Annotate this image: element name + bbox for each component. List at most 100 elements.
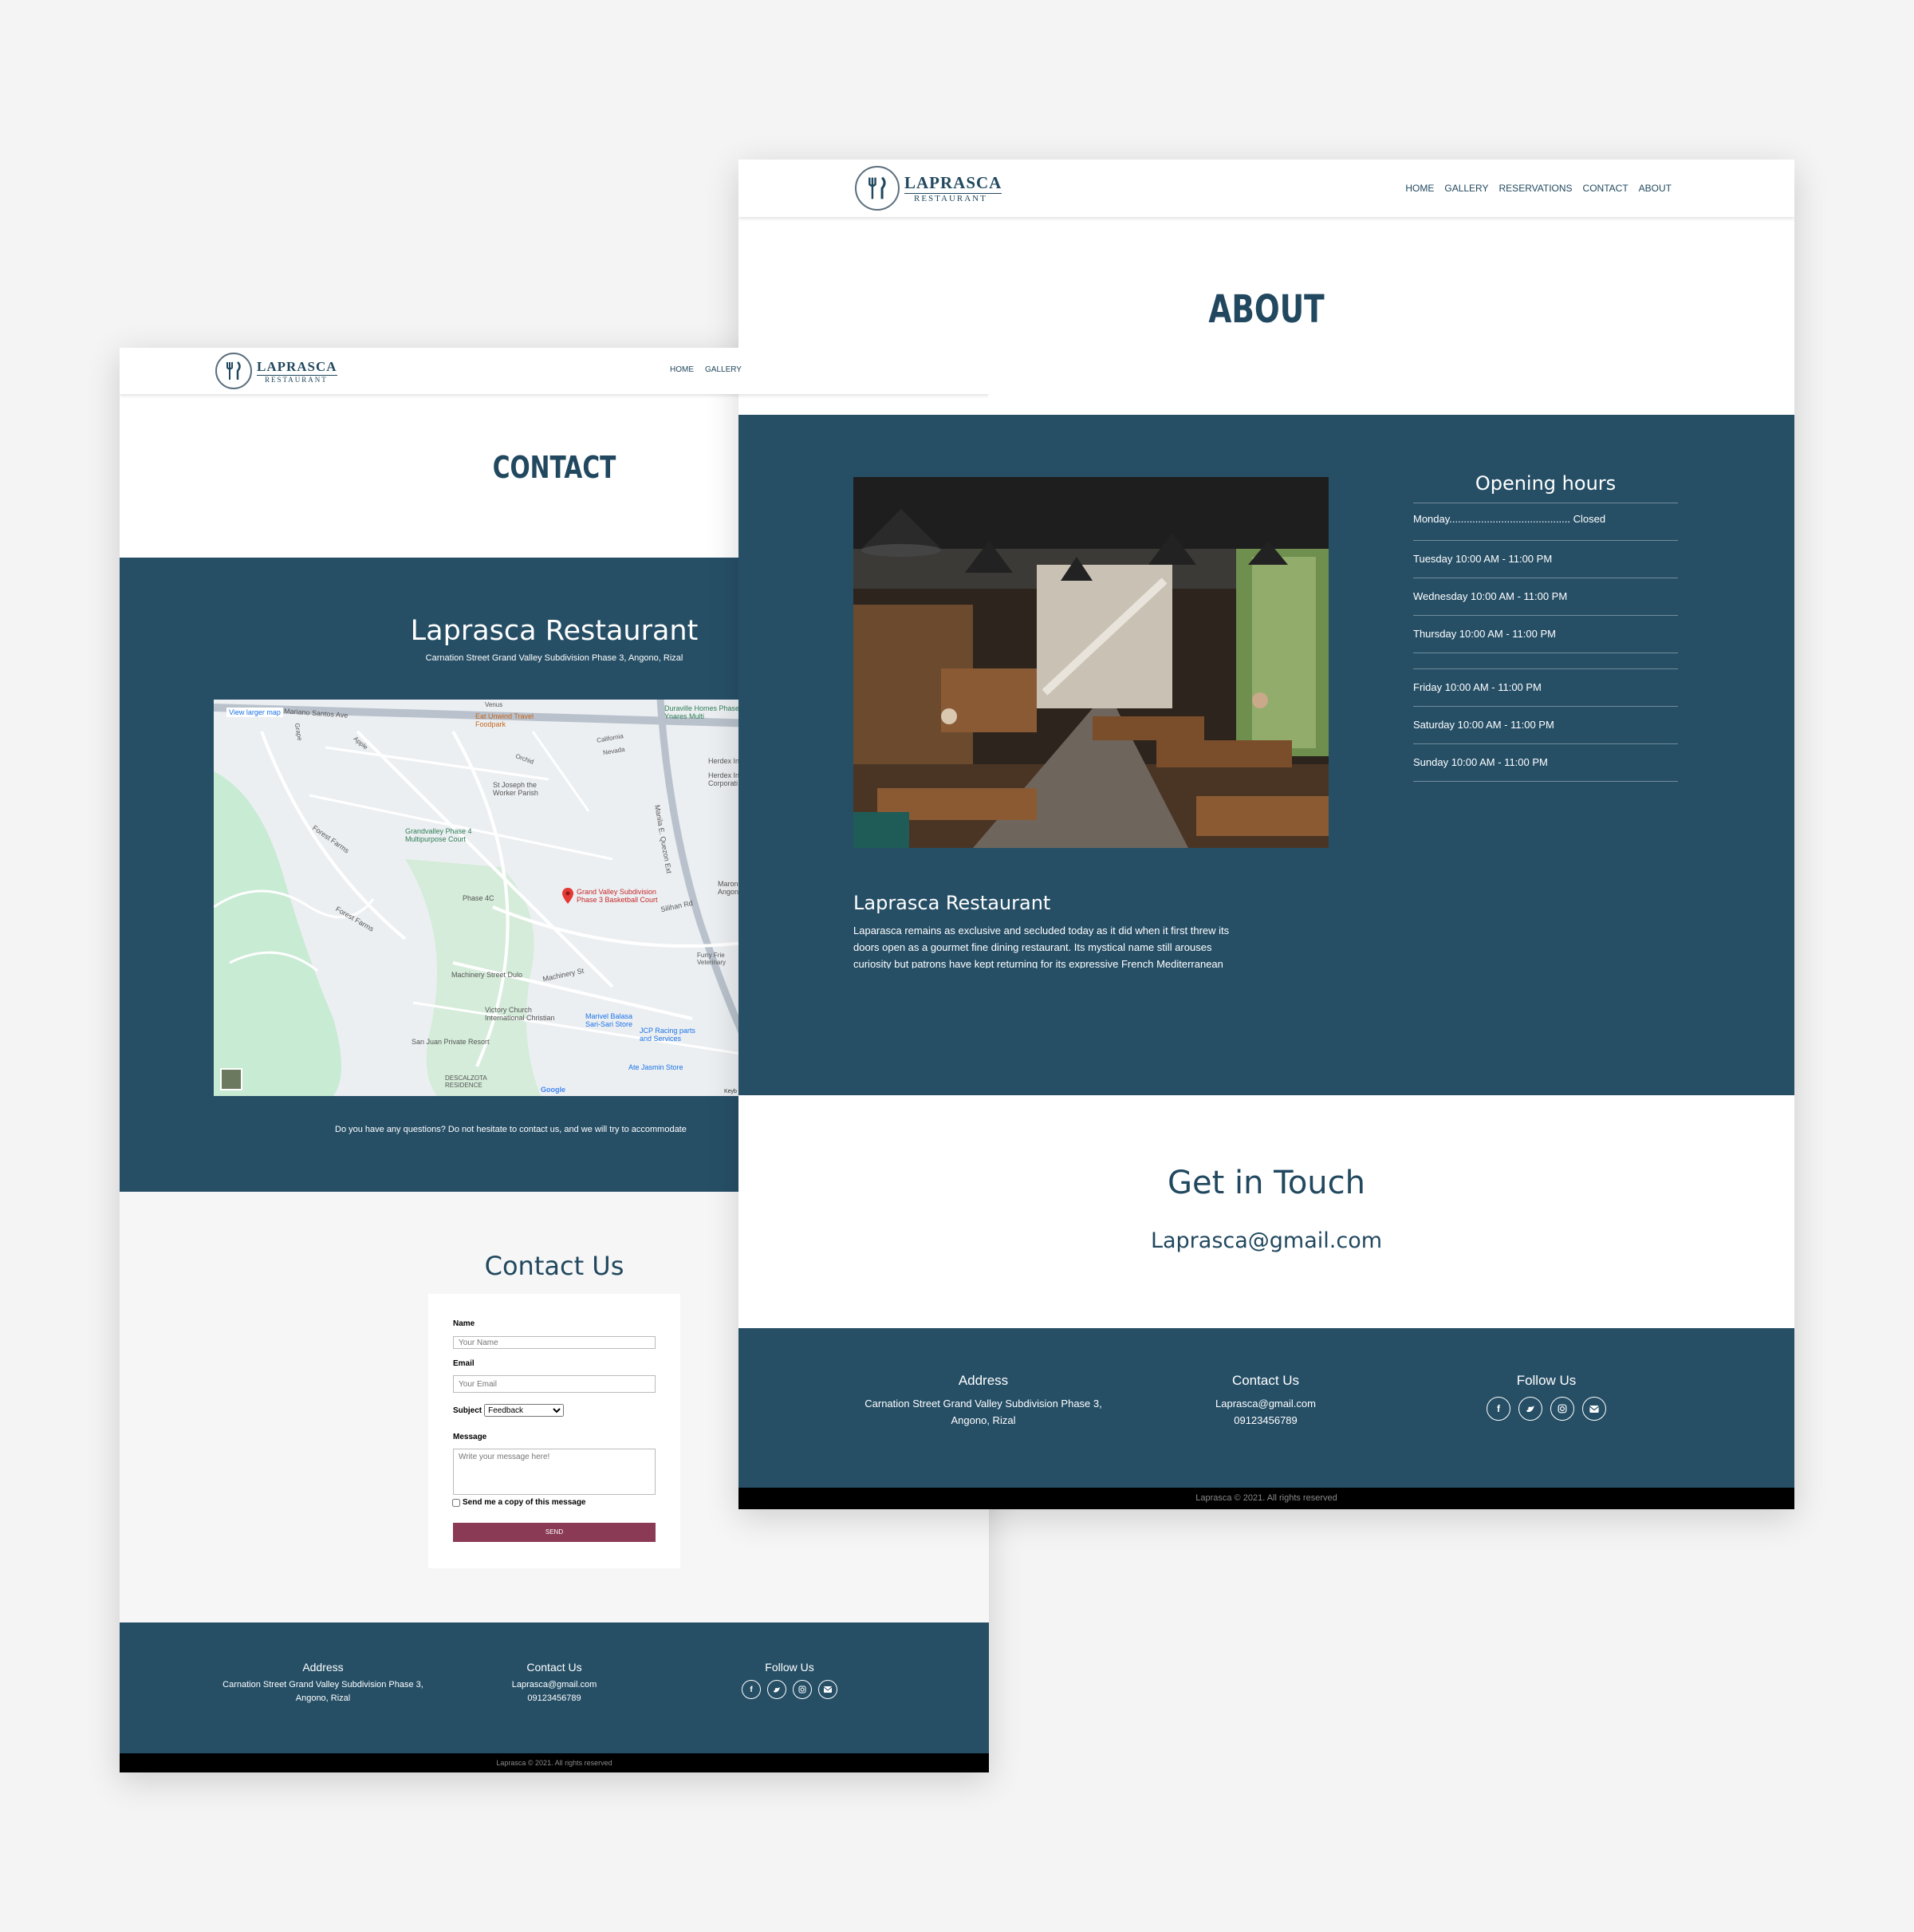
footer-contact: Contact Us Laprasca@gmail.com 0912345678…: [471, 1661, 638, 1705]
send-button[interactable]: SEND: [453, 1523, 656, 1542]
footer-contact-phone: 09123456789: [1234, 1414, 1298, 1426]
hours-wednesday: Wednesday 10:00 AM - 11:00 PM: [1413, 578, 1678, 616]
footer-follow-heading: Follow Us: [765, 1661, 814, 1674]
fork-spoon-icon: [215, 353, 252, 389]
footer-follow: Follow Us f: [726, 1661, 853, 1699]
brand-sub: RESTAURANT: [257, 374, 337, 384]
email-label: Email: [453, 1359, 475, 1368]
map-label-pin: Grand Valley Subdivision Phase 3 Basketb…: [577, 888, 658, 904]
nav-gallery[interactable]: GALLERY: [705, 365, 742, 374]
footer-contact-email[interactable]: Laprasca@gmail.com: [471, 1678, 638, 1692]
subject-select[interactable]: Feedback: [484, 1404, 565, 1417]
map-label-herdex: Herdex In: [708, 757, 740, 765]
footer-contact: Contact Us Laprasca@gmail.com 0912345678…: [1168, 1373, 1364, 1429]
restaurant-interior-photo: [853, 477, 1329, 848]
twitter-icon[interactable]: [767, 1680, 786, 1699]
map-label-san-juan: San Juan Private Resort: [412, 1038, 490, 1046]
about-description: Laparasca remains as exclusive and seclu…: [853, 925, 1230, 968]
footer-contact-email[interactable]: Laprasca@gmail.com: [1168, 1395, 1364, 1412]
email-icon[interactable]: [818, 1680, 837, 1699]
subject-row: Subject Feedback: [453, 1404, 565, 1417]
brand-logo[interactable]: LAPRASCA RESTAURANT: [855, 166, 1002, 211]
footer-contact-heading: Contact Us: [1231, 1373, 1300, 1388]
map-label-ate-jasmin: Ate Jasmin Store: [628, 1063, 683, 1071]
map-label-court: Grandvalley Phase 4 Multipurpose Court: [405, 827, 472, 843]
subject-label: Subject: [453, 1406, 482, 1415]
nav-home[interactable]: HOME: [1405, 183, 1434, 194]
hours-monday: Monday..................................…: [1413, 503, 1678, 541]
view-larger-map-link[interactable]: View larger map: [226, 708, 283, 717]
hours-friday: Friday 10:00 AM - 11:00 PM: [1413, 669, 1678, 707]
page-title: ABOUT: [1208, 287, 1325, 332]
hours-thursday: Thursday 10:00 AM - 11:00 PM: [1413, 616, 1678, 653]
footer-address-heading: Address: [958, 1373, 1009, 1388]
contact-navbar: LAPRASCA RESTAURANT HOME GALLERY: [120, 348, 989, 394]
hours-sunday: Sunday 10:00 AM - 11:00 PM: [1413, 744, 1678, 782]
brand-sub: RESTAURANT: [904, 193, 1002, 203]
get-in-touch-email[interactable]: Laprasca@gmail.com: [738, 1228, 1794, 1253]
nav-home[interactable]: HOME: [670, 365, 694, 374]
about-nav: HOME GALLERY RESERVATIONS CONTACT ABOUT: [1405, 183, 1672, 194]
brand-logo[interactable]: LAPRASCA RESTAURANT: [215, 353, 337, 389]
about-restaurant-name: Laprasca Restaurant: [853, 892, 1051, 914]
about-footer: Address Carnation Street Grand Valley Su…: [738, 1328, 1794, 1488]
map-label-phase4c: Phase 4C: [463, 894, 494, 902]
nav-contact[interactable]: CONTACT: [1583, 183, 1628, 194]
map-label-jcp: JCP Racing parts and Services: [640, 1027, 695, 1043]
contact-nav: HOME GALLERY: [670, 365, 742, 374]
name-field[interactable]: [453, 1336, 656, 1349]
map-label-venus: Venus: [485, 701, 503, 708]
hours-tuesday: Tuesday 10:00 AM - 11:00 PM: [1413, 541, 1678, 578]
footer-address-text: Carnation Street Grand Valley Subdivisio…: [223, 1680, 423, 1703]
get-in-touch-heading: Get in Touch: [1168, 1165, 1365, 1201]
hours-spacer: [1413, 653, 1678, 669]
nav-gallery[interactable]: GALLERY: [1444, 183, 1488, 194]
nav-reservations[interactable]: RESERVATIONS: [1499, 183, 1573, 194]
copy-checkbox[interactable]: [452, 1498, 460, 1507]
about-section: Opening hours Monday....................…: [738, 415, 1794, 1095]
about-copyright: Laprasca © 2021. All rights reserved: [738, 1488, 1794, 1509]
footer-contact-heading: Contact Us: [526, 1661, 582, 1674]
contact-copyright: Laprasca © 2021. All rights reserved: [120, 1753, 989, 1772]
footer-address: Address Carnation Street Grand Valley Su…: [852, 1373, 1115, 1429]
copy-row: Send me a copy of this message: [452, 1498, 586, 1507]
email-field[interactable]: [453, 1375, 656, 1393]
facebook-icon[interactable]: f: [1487, 1397, 1510, 1421]
footer-address: Address Carnation Street Grand Valley Su…: [215, 1661, 431, 1705]
footer-contact-phone: 09123456789: [527, 1693, 581, 1703]
instagram-icon[interactable]: [1550, 1397, 1574, 1421]
location-pin-icon[interactable]: [562, 888, 573, 904]
contact-form: Name Email Subject Feedback Message Send…: [428, 1294, 680, 1568]
map-label-foodpark: Eat Unwind Travel Foodpark: [475, 712, 534, 728]
brand-name: LAPRASCA: [904, 173, 1002, 192]
map-label-victory: Victory Church International Christian: [485, 1006, 555, 1022]
contact-footer: Address Carnation Street Grand Valley Su…: [120, 1622, 989, 1753]
map-label-descalzota: DESCALZOTA RESIDENCE: [445, 1074, 487, 1089]
footer-follow: Follow Us f: [1467, 1373, 1626, 1421]
facebook-icon[interactable]: f: [742, 1680, 761, 1699]
copy-label: Send me a copy of this message: [463, 1498, 586, 1507]
brand-name: LAPRASCA: [257, 358, 337, 374]
message-label: Message: [453, 1433, 487, 1441]
map-label-parish: St Joseph the Worker Parish: [493, 781, 538, 797]
footer-follow-heading: Follow Us: [1516, 1373, 1577, 1388]
hours-saturday: Saturday 10:00 AM - 11:00 PM: [1413, 707, 1678, 744]
name-label: Name: [453, 1319, 475, 1328]
fork-spoon-icon: [855, 166, 900, 211]
nav-about[interactable]: ABOUT: [1639, 183, 1672, 194]
footer-address-heading: Address: [302, 1661, 344, 1674]
message-field[interactable]: [453, 1449, 656, 1495]
satellite-toggle-icon[interactable]: [220, 1068, 242, 1090]
twitter-icon[interactable]: [1518, 1397, 1542, 1421]
map-label-furry: Furry Frie Veterinary: [697, 952, 727, 966]
map-label-marivel: Marivel Balasa Sari-Sari Store: [585, 1012, 633, 1028]
google-logo: Google: [541, 1086, 565, 1094]
email-icon[interactable]: [1582, 1397, 1606, 1421]
about-navbar: LAPRASCA RESTAURANT HOME GALLERY RESERVA…: [738, 160, 1794, 217]
opening-hours-heading: Opening hours: [1413, 472, 1678, 503]
map-keyboard-shortcuts[interactable]: Keyb: [724, 1089, 737, 1094]
opening-hours: Opening hours Monday....................…: [1413, 472, 1678, 782]
footer-address-text: Carnation Street Grand Valley Subdivisio…: [864, 1398, 1102, 1426]
map-label-machinery-dulo: Machinery Street Dulo: [451, 971, 523, 979]
instagram-icon[interactable]: [793, 1680, 812, 1699]
